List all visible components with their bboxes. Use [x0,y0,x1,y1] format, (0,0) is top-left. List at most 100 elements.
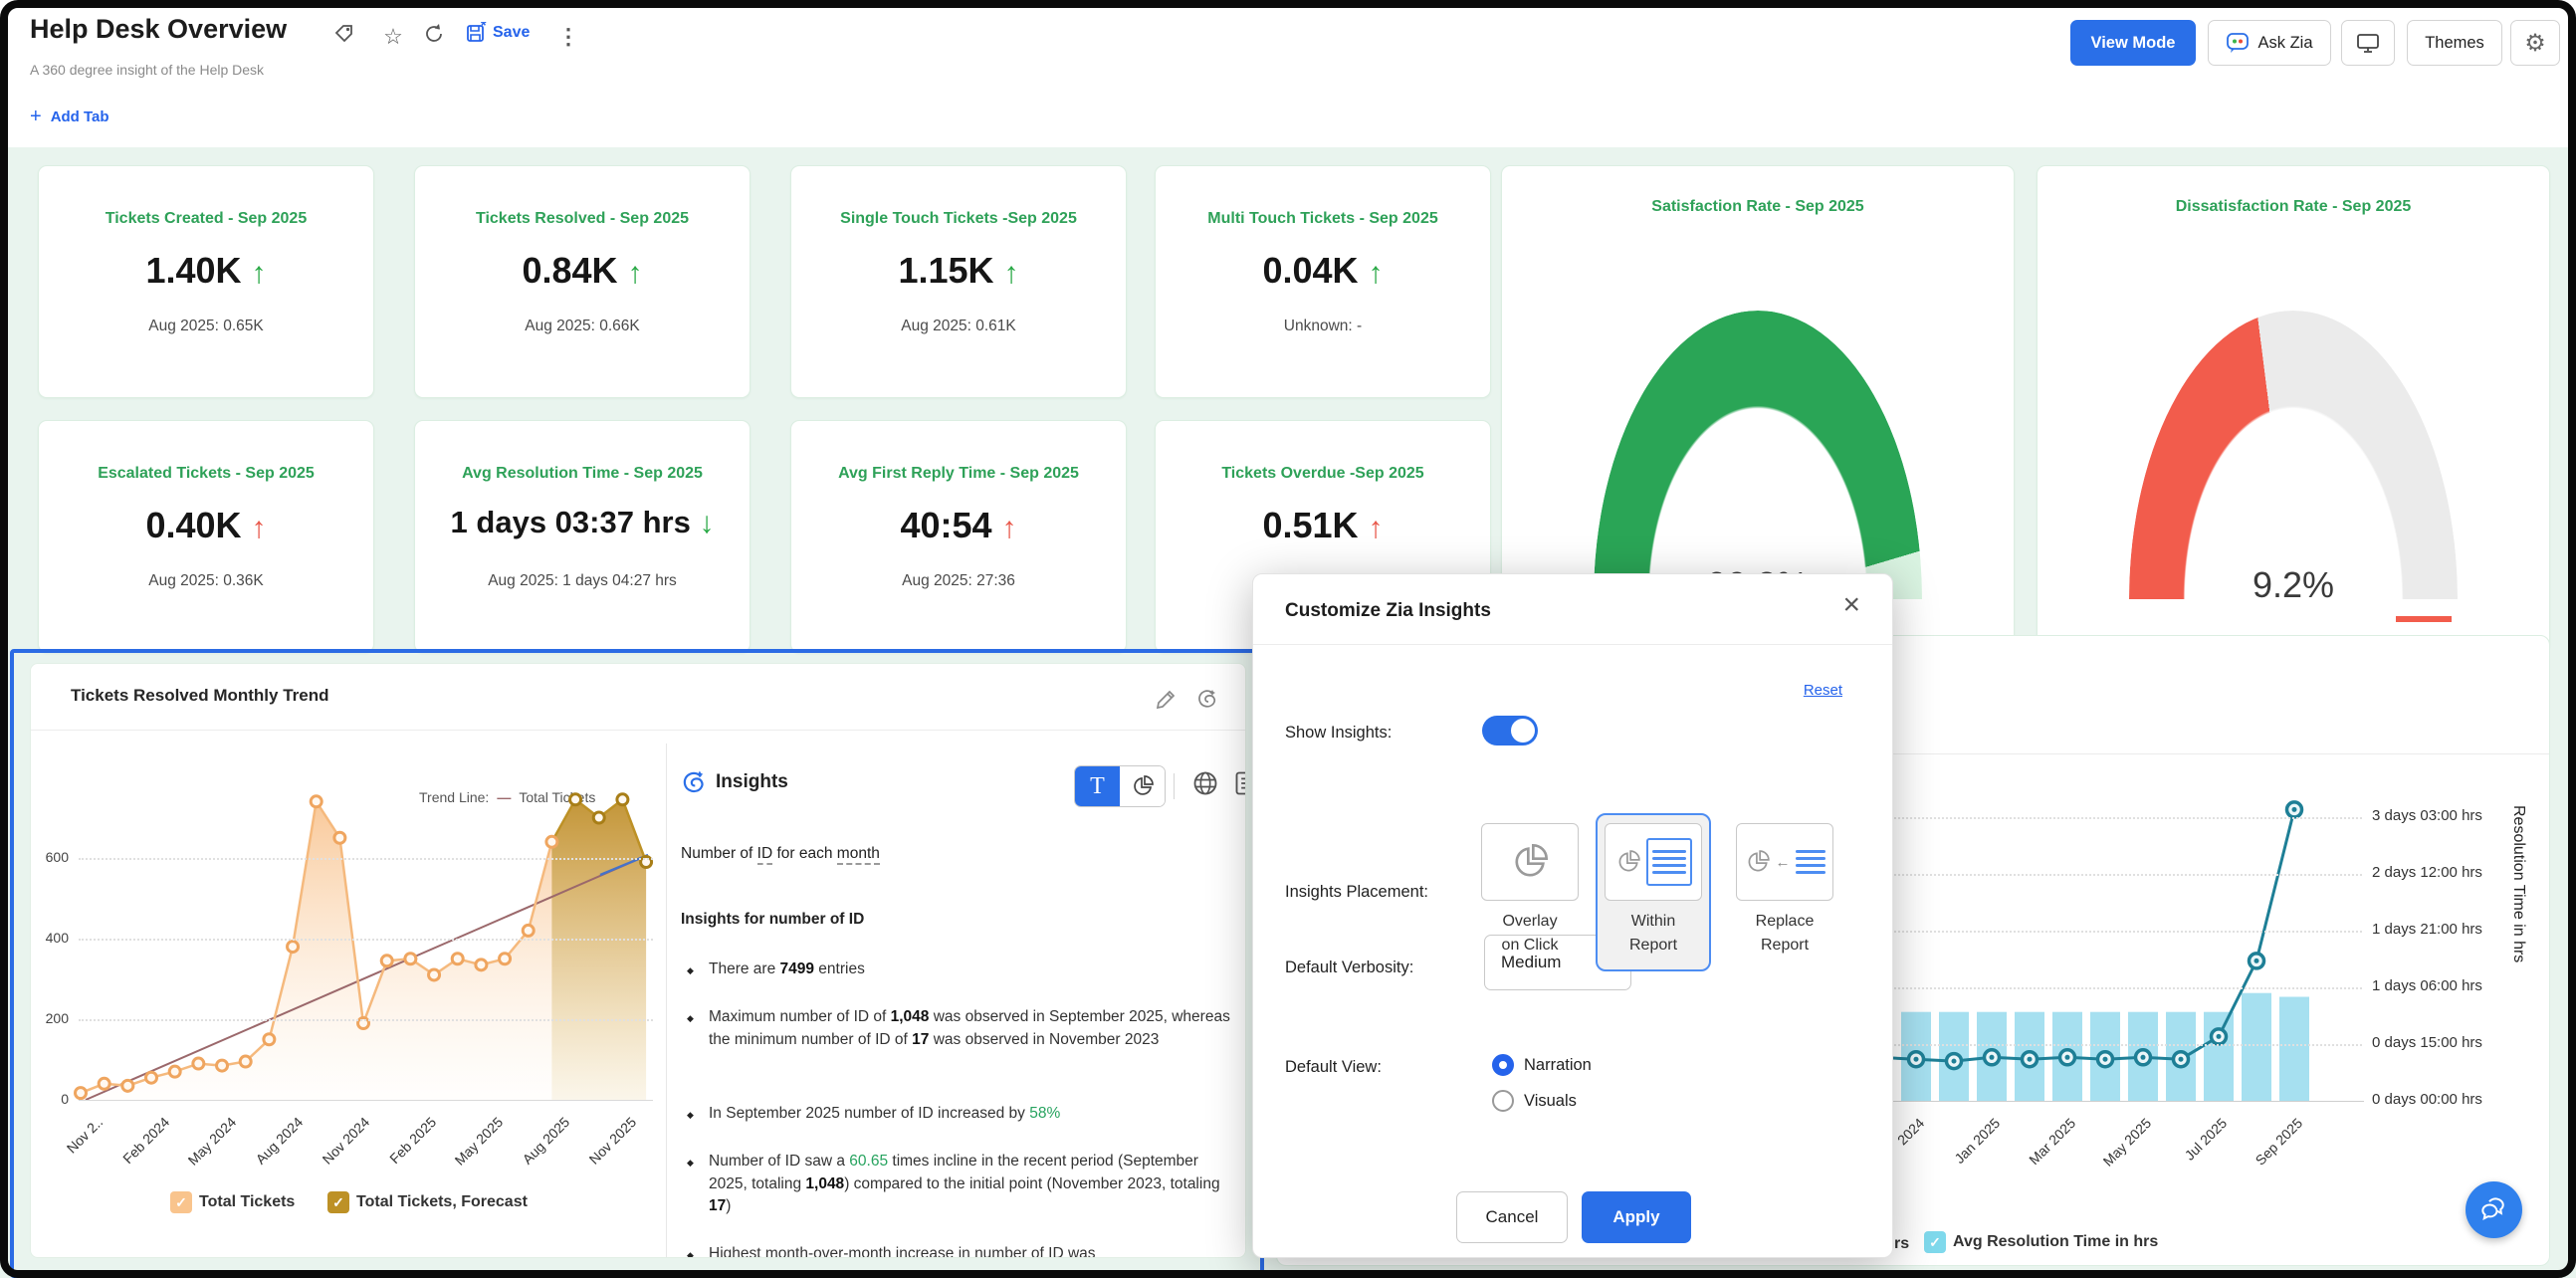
gauge-value: 9.2% [2129,564,2458,606]
legend-avg-resolution[interactable]: ✓ Avg Resolution Time in hrs [1924,1231,2158,1253]
radio-label: Narration [1524,1056,1592,1075]
kpi-card[interactable]: Single Touch Tickets -Sep 20251.15K ↑Aug… [790,165,1127,398]
kpi-card[interactable]: Multi Touch Tickets - Sep 20250.04K ↑Unk… [1155,165,1491,398]
refresh-icon[interactable] [422,22,452,52]
pie-chart-icon [1745,849,1771,875]
themes-label: Themes [2425,34,2484,53]
trend-arrow-icon: ↑ [1369,512,1384,544]
chart-view-button[interactable] [1120,766,1165,806]
kpi-card[interactable]: Escalated Tickets - Sep 20250.40K ↑Aug 2… [38,420,374,653]
show-insights-toggle[interactable] [1482,716,1538,746]
tag-icon[interactable] [332,22,362,52]
legend-checkbox-icon[interactable]: ✓ [327,1191,349,1213]
plus-icon: + [30,106,42,128]
insights-placement-label: Insights Placement: [1285,883,1428,902]
save-icon: * [466,22,488,44]
kpi-subtext: Aug 2025: 0.66K [415,318,750,335]
y-axis-label: 0 [31,1091,69,1107]
insights-subject: Number of ID for each month [681,845,880,863]
gauge-title: Dissatisfaction Rate - Sep 2025 [2038,198,2549,216]
placement-option-within-report[interactable]: WithinReport [1596,813,1711,971]
placement-label: Overlayon Click [1474,910,1586,958]
trend-arrow-icon: ↑ [1002,512,1017,544]
more-options-icon[interactable]: ⋮ [553,22,583,52]
y-axis-label: 200 [31,1010,69,1026]
kpi-value: 1 days 03:37 hrs ↓ [415,505,750,540]
x-axis-line [79,1100,653,1101]
kpi-subtext: Unknown: - [1156,318,1490,335]
kpi-subtext: Aug 2025: 27:36 [791,572,1126,590]
radio-off-icon [1492,1090,1514,1112]
save-label: Save [493,24,530,42]
add-tab-button[interactable]: + Add Tab [30,106,109,128]
placement-label: WithinReport [1598,910,1709,958]
chat-support-fab[interactable] [2466,1181,2522,1238]
report-list-icon[interactable] [1233,769,1246,797]
arrow-left-icon: ← [1776,854,1791,871]
gauge-card[interactable]: Dissatisfaction Rate - Sep 2025 9.2% [2037,165,2550,653]
presentation-button[interactable] [2341,20,2395,66]
y-axis-title: Resolution Time in hrs [2509,805,2527,962]
zia-chat-icon [2226,31,2250,55]
svg-text:*: * [481,22,487,33]
chat-bubbles-icon [2479,1195,2509,1225]
legend-checkbox-icon[interactable]: ✓ [1924,1231,1946,1253]
kpi-card[interactable]: Avg Resolution Time - Sep 20251 days 03:… [414,420,751,653]
globe-icon[interactable] [1191,769,1219,797]
trend-arrow-icon: ↑ [1369,257,1384,290]
legend-total-tickets-forecast[interactable]: ✓ Total Tickets, Forecast [327,1191,528,1213]
settings-button[interactable]: ⚙ [2510,20,2560,66]
placement-option-replace-report[interactable]: ←ReplaceReport [1729,823,1840,958]
zia-logo-icon [678,767,710,799]
themes-button[interactable]: Themes [2407,20,2502,66]
kpi-card[interactable]: Tickets Created - Sep 20251.40K ↑Aug 202… [38,165,374,398]
kpi-title: Single Touch Tickets -Sep 2025 [791,210,1126,228]
view-mode-button[interactable]: View Mode [2070,20,2196,66]
kpi-value: 1.15K ↑ [791,250,1126,292]
tickets-resolved-trend-panel[interactable]: Tickets Resolved Monthly Trend Trend Lin… [30,663,1246,1258]
ask-zia-button[interactable]: Ask Zia [2208,20,2331,66]
kpi-value: 40:54 ↑ [791,505,1126,546]
save-button[interactable]: * Save [466,22,530,44]
monitor-icon [2356,31,2380,55]
placement-option-overlay-on-click[interactable]: Overlayon Click [1474,823,1586,958]
insight-bullet: In September 2025 number of ID increased… [681,1103,1233,1126]
kpi-title: Escalated Tickets - Sep 2025 [39,465,373,483]
default-view-label: Default View: [1285,1058,1382,1077]
page-title: Help Desk Overview [30,14,287,45]
show-insights-label: Show Insights: [1285,724,1392,743]
pie-chart-icon [1615,849,1641,875]
text-view-button[interactable]: T [1075,766,1120,806]
trend-arrow-icon: ↑ [628,257,643,290]
close-icon[interactable]: × [1842,588,1860,622]
view-mode-label: View Mode [2091,34,2176,53]
gridline [79,1019,653,1021]
kpi-card[interactable]: Tickets Resolved - Sep 20250.84K ↑Aug 20… [414,165,751,398]
kpi-value: 0.51K ↑ [1156,505,1490,546]
legend-total-tickets[interactable]: ✓ Total Tickets [170,1191,295,1213]
radio-visuals[interactable]: Visuals [1492,1090,1577,1112]
kpi-card[interactable]: Avg First Reply Time - Sep 202540:54 ↑Au… [790,420,1127,653]
kpi-value: 0.40K ↑ [39,505,373,546]
gear-icon: ⚙ [2524,29,2546,58]
radio-narration[interactable]: Narration [1492,1054,1592,1076]
cancel-button[interactable]: Cancel [1456,1191,1568,1243]
y-axis-label: 0 days 15:00 hrs [2372,1034,2541,1051]
gridline [79,939,653,941]
radio-label: Visuals [1524,1092,1577,1111]
pie-chart-icon [1510,842,1550,882]
insights-view-toggle[interactable]: T [1074,765,1166,807]
kpi-title: Tickets Overdue -Sep 2025 [1156,465,1490,483]
insights-heading: Insights [716,771,788,793]
kpi-value: 0.84K ↑ [415,250,750,292]
gridline [79,858,653,860]
legend-checkbox-icon[interactable]: ✓ [170,1191,192,1213]
reset-link[interactable]: Reset [1804,682,1842,699]
insight-bullet: There are 7499 entries [681,958,1233,981]
favorite-star-icon[interactable]: ☆ [378,22,408,52]
app-window: Help Desk Overview A 360 degree insight … [0,0,2576,1278]
trend-arrow-icon: ↑ [252,257,267,290]
kpi-value: 0.04K ↑ [1156,250,1490,292]
apply-button[interactable]: Apply [1582,1191,1691,1243]
kpi-subtext: Aug 2025: 0.65K [39,318,373,335]
